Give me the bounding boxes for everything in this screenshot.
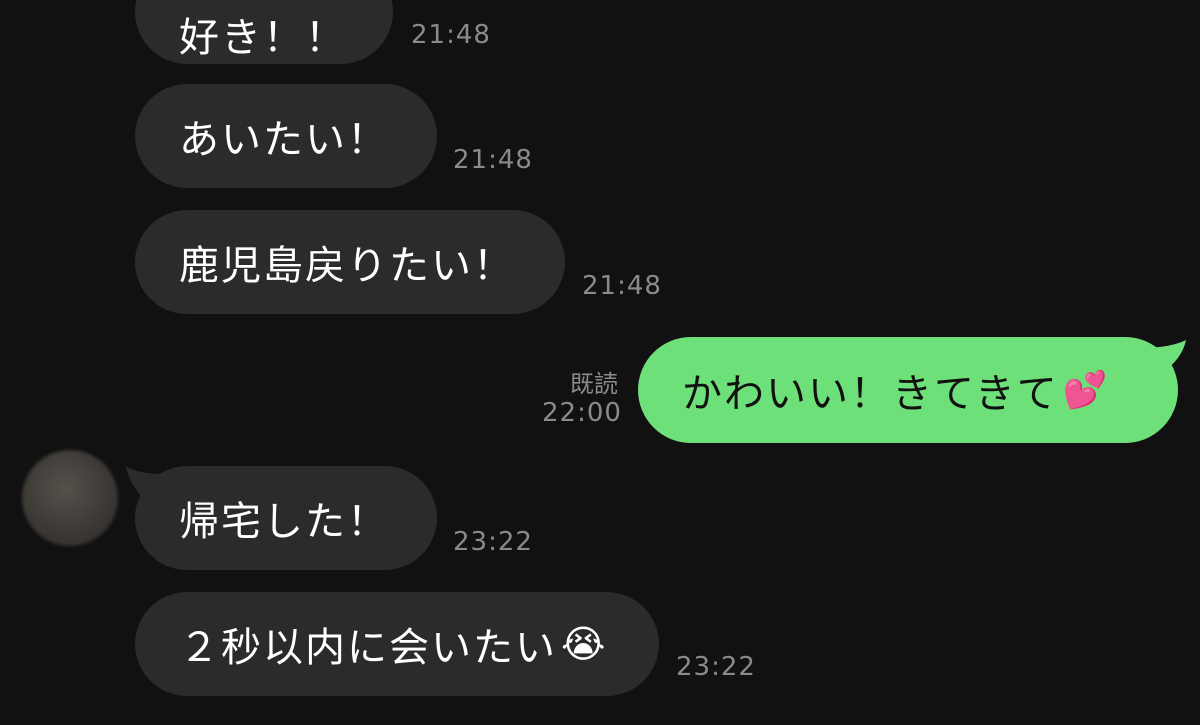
message-bubble-incoming[interactable]: ２秒以内に会いたい 😭 [135,592,659,696]
message-timestamp: 23:22 [676,652,756,682]
message-text: ２秒以内に会いたい [179,625,557,671]
avatar[interactable] [22,450,118,546]
read-receipt: 既読 [570,370,618,398]
message-bubble-incoming[interactable]: 鹿児島戻りたい！ [135,210,565,314]
message-timestamp: 22:00 [542,398,622,428]
message-text: 鹿児島戻りたい！ [179,243,515,289]
message-text: かわいい！きてきて [682,371,1059,417]
message-text: 好き！！ [179,15,347,61]
message-text: あいたい！ [179,117,389,163]
message-bubble-incoming[interactable]: あいたい！ [135,84,437,188]
message-bubble-incoming[interactable]: 好き！！ [135,0,393,64]
message-bubble-outgoing[interactable]: かわいい！きてきて 💕 [638,337,1178,443]
message-timestamp: 23:22 [453,527,533,557]
loudly-crying-face-icon: 😭 [561,622,608,666]
chat-conversation: 好き！！ 21:48 あいたい！ 21:48 鹿児島戻りたい！ 21:48 既読… [0,0,1200,725]
message-text: 帰宅した！ [179,499,389,545]
message-bubble-incoming[interactable]: 帰宅した！ [135,466,437,570]
two-hearts-icon: 💕 [1062,370,1110,411]
message-timestamp: 21:48 [453,145,533,175]
message-timestamp: 21:48 [411,20,491,50]
message-timestamp: 21:48 [582,271,662,301]
